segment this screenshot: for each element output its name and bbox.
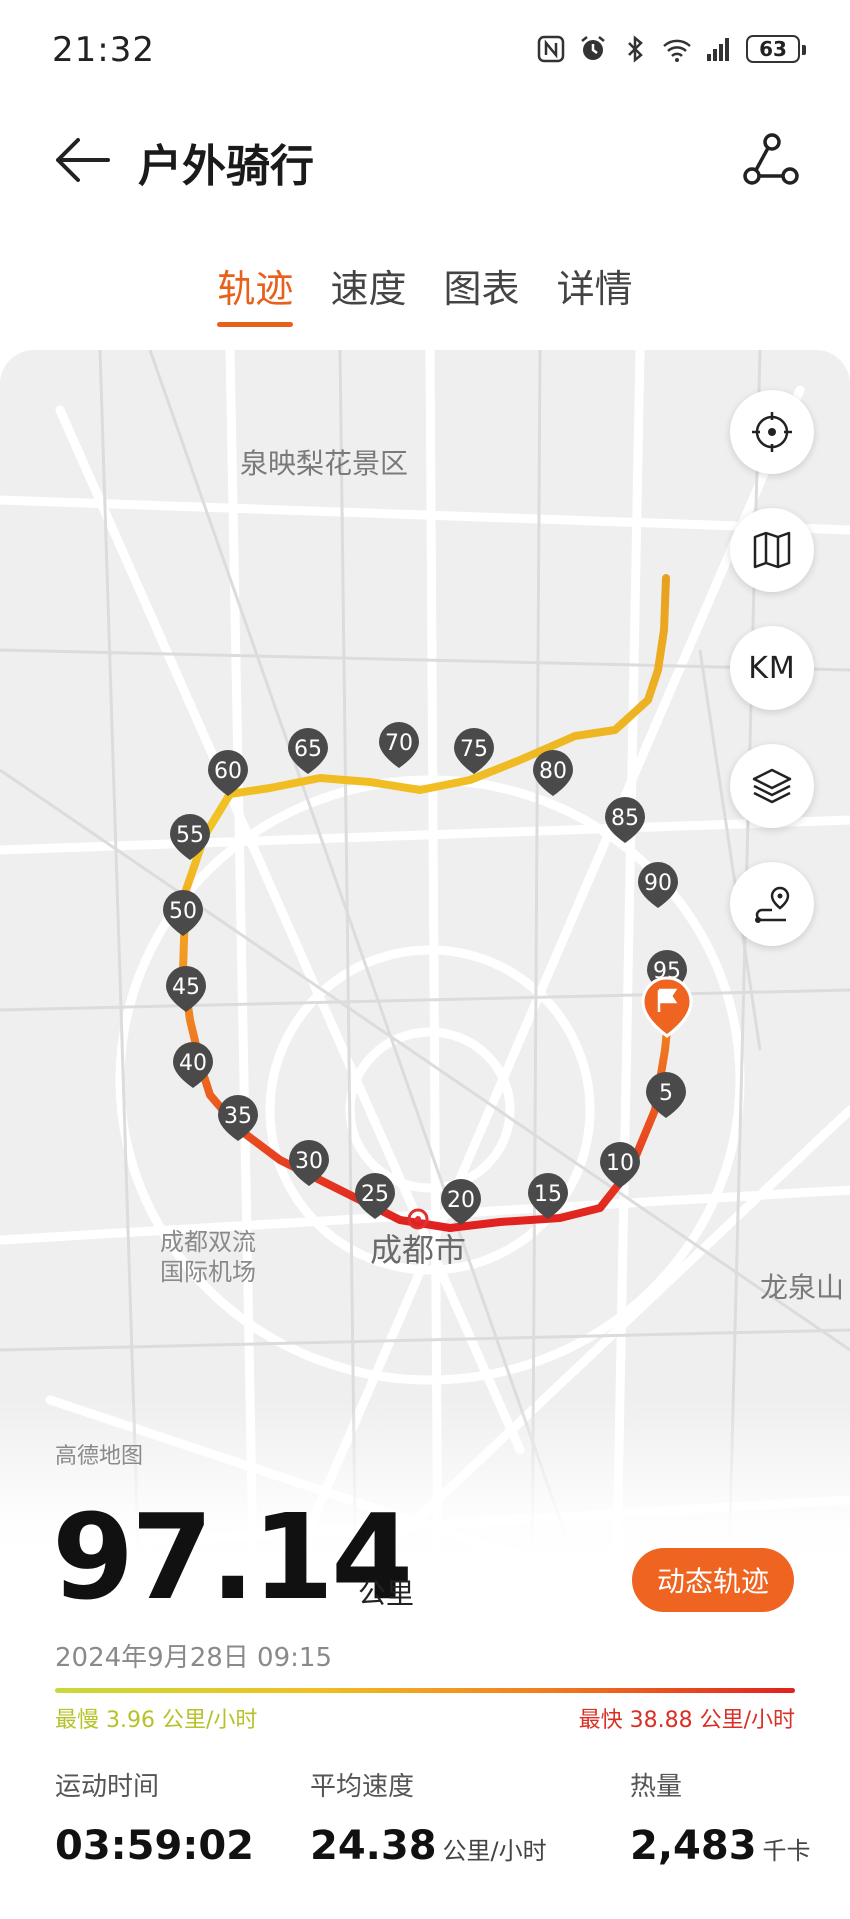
speed-gradient-bar: [55, 1688, 795, 1693]
km-marker: 75: [454, 728, 494, 774]
tab-charts[interactable]: 图表: [444, 258, 520, 327]
svg-text:30: 30: [295, 1149, 323, 1174]
tab-track[interactable]: 轨迹: [217, 258, 294, 327]
km-toggle-button[interactable]: KM: [730, 626, 814, 710]
calories-unit: 千卡: [762, 1837, 811, 1865]
locate-button[interactable]: [730, 390, 814, 474]
route-share-icon[interactable]: [740, 130, 800, 190]
ride-datetime: 2024年9月28日 09:15: [55, 1643, 332, 1673]
svg-text:20: 20: [447, 1188, 475, 1213]
svg-text:25: 25: [361, 1182, 389, 1207]
tab-bar: 轨迹 速度 图表 详情: [0, 258, 850, 328]
alarm-icon: [581, 36, 605, 60]
fastest-speed: 最快 38.88 公里/小时: [578, 1708, 795, 1733]
battery-indicator: 63: [746, 35, 806, 63]
dynamic-track-button[interactable]: 动态轨迹: [632, 1548, 794, 1612]
header: 户外骑行: [0, 100, 850, 220]
svg-text:15: 15: [534, 1182, 562, 1207]
svg-text:50: 50: [169, 899, 197, 924]
svg-text:70: 70: [385, 731, 413, 756]
status-time: 21:32: [52, 30, 155, 70]
distance-unit: 公里: [358, 1577, 415, 1610]
ride-track: [179, 574, 674, 1232]
page-title: 户外骑行: [138, 141, 314, 192]
stat-calories: 热量 2,483 千卡: [630, 1766, 811, 1869]
duration-label: 运动时间: [55, 1772, 160, 1802]
svg-text:45: 45: [172, 975, 200, 1000]
crosshair-icon: [752, 412, 792, 452]
svg-text:90: 90: [644, 871, 672, 896]
km-marker: 80: [533, 750, 573, 796]
svg-text:80: 80: [539, 759, 567, 784]
km-marker: 65: [288, 728, 328, 774]
calories-label: 热量: [630, 1772, 683, 1802]
map-label-longquan: 龙泉山: [760, 1271, 845, 1304]
slowest-speed: 最慢 3.96 公里/小时: [55, 1708, 258, 1733]
km-marker: 90: [638, 862, 678, 908]
avg-speed-label: 平均速度: [310, 1772, 415, 1802]
svg-text:65: 65: [294, 737, 322, 762]
route-button[interactable]: [730, 862, 814, 946]
route-pin-icon: [755, 886, 790, 923]
calories-value: 2,483: [630, 1823, 757, 1869]
km-marker: 10: [600, 1142, 640, 1188]
tab-speed[interactable]: 速度: [330, 258, 406, 327]
map-style-button[interactable]: [730, 508, 814, 592]
svg-text:75: 75: [460, 737, 488, 762]
map-label-airport-2: 国际机场: [160, 1258, 256, 1286]
svg-text:35: 35: [224, 1104, 252, 1129]
nfc-icon: [537, 35, 565, 63]
avg-speed-unit: 公里/小时: [442, 1837, 547, 1865]
svg-text:5: 5: [659, 1081, 673, 1106]
svg-text:55: 55: [176, 823, 204, 848]
svg-text:85: 85: [611, 806, 639, 831]
km-marker: 55: [170, 814, 210, 860]
km-marker: 70: [379, 722, 419, 768]
svg-text:60: 60: [214, 759, 242, 784]
km-marker: 50: [163, 890, 203, 936]
back-arrow-icon[interactable]: [50, 130, 120, 190]
map-label-scenic: 泉映梨花景区: [240, 447, 409, 480]
wifi-icon: [663, 39, 691, 62]
avg-speed-value: 24.38: [310, 1823, 437, 1869]
start-flag-icon: [641, 976, 693, 1038]
tab-details[interactable]: 详情: [557, 258, 633, 327]
layers-button[interactable]: [730, 744, 814, 828]
stat-duration: 运动时间 03:59:02: [55, 1766, 254, 1869]
map-icon: [753, 531, 791, 569]
signal-icon: [707, 38, 729, 61]
bluetooth-icon: [628, 35, 643, 63]
map-provider: 高德地图: [55, 1444, 144, 1469]
map-label-city: 成都市: [370, 1231, 467, 1269]
stat-avg-speed: 平均速度 24.38 公里/小时: [310, 1766, 547, 1869]
distance-value: 97.14: [52, 1488, 413, 1626]
svg-text:40: 40: [179, 1051, 207, 1076]
svg-text:10: 10: [606, 1151, 634, 1176]
km-label: KM: [748, 650, 796, 686]
duration-value: 03:59:02: [55, 1823, 254, 1869]
status-icons: 63: [536, 34, 806, 64]
layers-icon: [752, 768, 792, 804]
status-bar: 21:32 63: [0, 0, 850, 100]
